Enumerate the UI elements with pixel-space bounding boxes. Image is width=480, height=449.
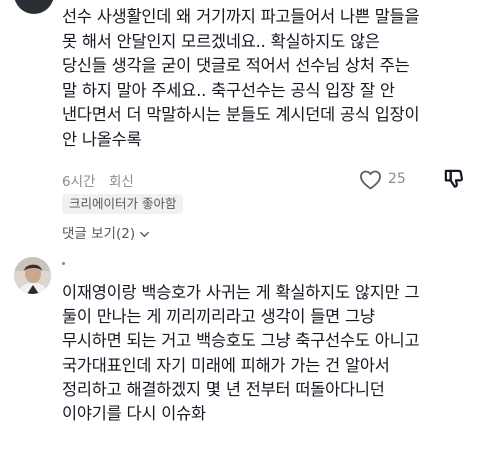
comment-actions: 6시간 회신 25 xyxy=(62,168,466,190)
avatar[interactable] xyxy=(14,257,51,294)
creator-liked-badge: 크리에이터가 좋아함 xyxy=(62,194,184,214)
view-replies-button[interactable]: 댓글 보기(2) xyxy=(62,224,150,244)
view-replies-label: 댓글 보기(2) xyxy=(62,226,136,242)
like-count: 25 xyxy=(388,171,406,187)
thumbs-down-icon xyxy=(444,169,464,188)
comment-timestamp: 6시간 xyxy=(62,174,96,190)
like-button[interactable]: 25 xyxy=(359,168,406,190)
dislike-button[interactable] xyxy=(443,168,465,190)
username-placeholder xyxy=(62,262,65,265)
comment-text: 이재영이랑 백승호가 사귀는 게 확실하지도 않지만 그 둘이 만나는 게 끼리… xyxy=(62,283,420,424)
reply-button[interactable]: 회신 xyxy=(109,170,134,190)
avatar-image xyxy=(14,257,51,294)
chevron-down-icon xyxy=(140,231,149,237)
heart-outline-icon xyxy=(360,170,381,189)
comment-text: 선수 사생활인데 왜 거기까지 파고들어서 나쁜 말들을 못 해서 안달인지 모… xyxy=(62,7,420,149)
avatar[interactable] xyxy=(14,0,54,14)
